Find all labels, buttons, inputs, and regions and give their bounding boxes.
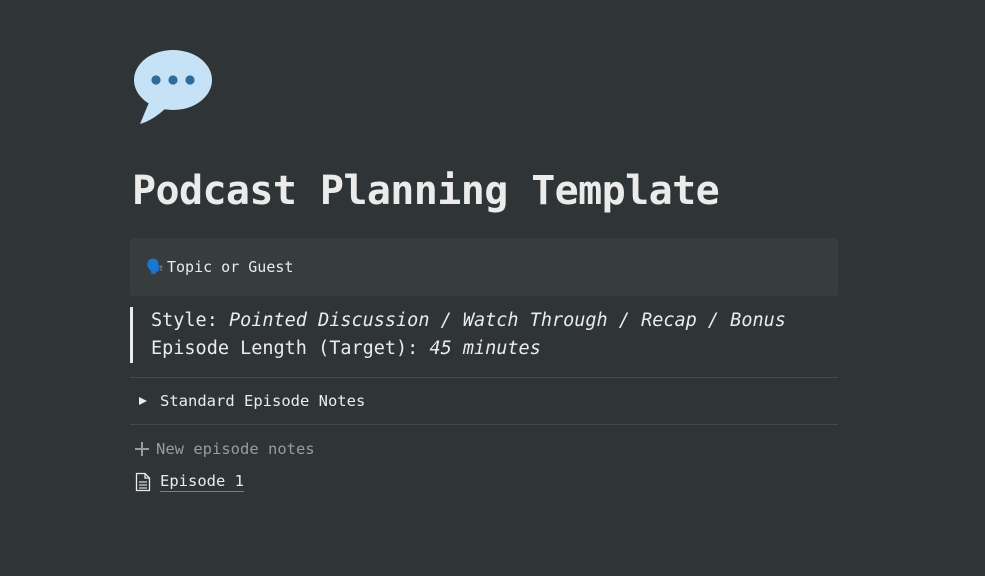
page-link-episode-1[interactable]: Episode 1 xyxy=(135,470,244,494)
triangle-right-icon[interactable] xyxy=(139,397,147,405)
speaking-head-icon: 🗣️ xyxy=(146,259,164,275)
speech-balloon-icon[interactable] xyxy=(132,48,214,126)
callout-text[interactable]: Topic or Guest xyxy=(167,258,293,276)
plus-icon xyxy=(135,442,149,456)
style-line: Style: Pointed Discussion / Watch Throug… xyxy=(151,307,838,335)
style-label: Style: xyxy=(151,310,229,331)
divider xyxy=(130,424,838,425)
divider xyxy=(130,377,838,378)
page-link-label: Episode 1 xyxy=(160,472,244,492)
length-label: Episode Length (Target): xyxy=(151,338,430,359)
toggle-label: Standard Episode Notes xyxy=(160,392,366,410)
toggle-standard-episode-notes[interactable]: Standard Episode Notes xyxy=(130,387,838,415)
length-line: Episode Length (Target): 45 minutes xyxy=(151,335,838,363)
callout-block[interactable]: 🗣️ Topic or Guest xyxy=(130,238,838,296)
new-episode-notes-button[interactable]: New episode notes xyxy=(135,437,315,461)
length-value: 45 minutes xyxy=(429,338,541,359)
new-episode-notes-label: New episode notes xyxy=(156,440,315,458)
style-value: Pointed Discussion / Watch Through / Rec… xyxy=(228,310,786,331)
quote-block[interactable]: Style: Pointed Discussion / Watch Throug… xyxy=(130,307,838,363)
page-title[interactable]: Podcast Planning Template xyxy=(132,168,720,214)
document-icon xyxy=(135,472,151,492)
